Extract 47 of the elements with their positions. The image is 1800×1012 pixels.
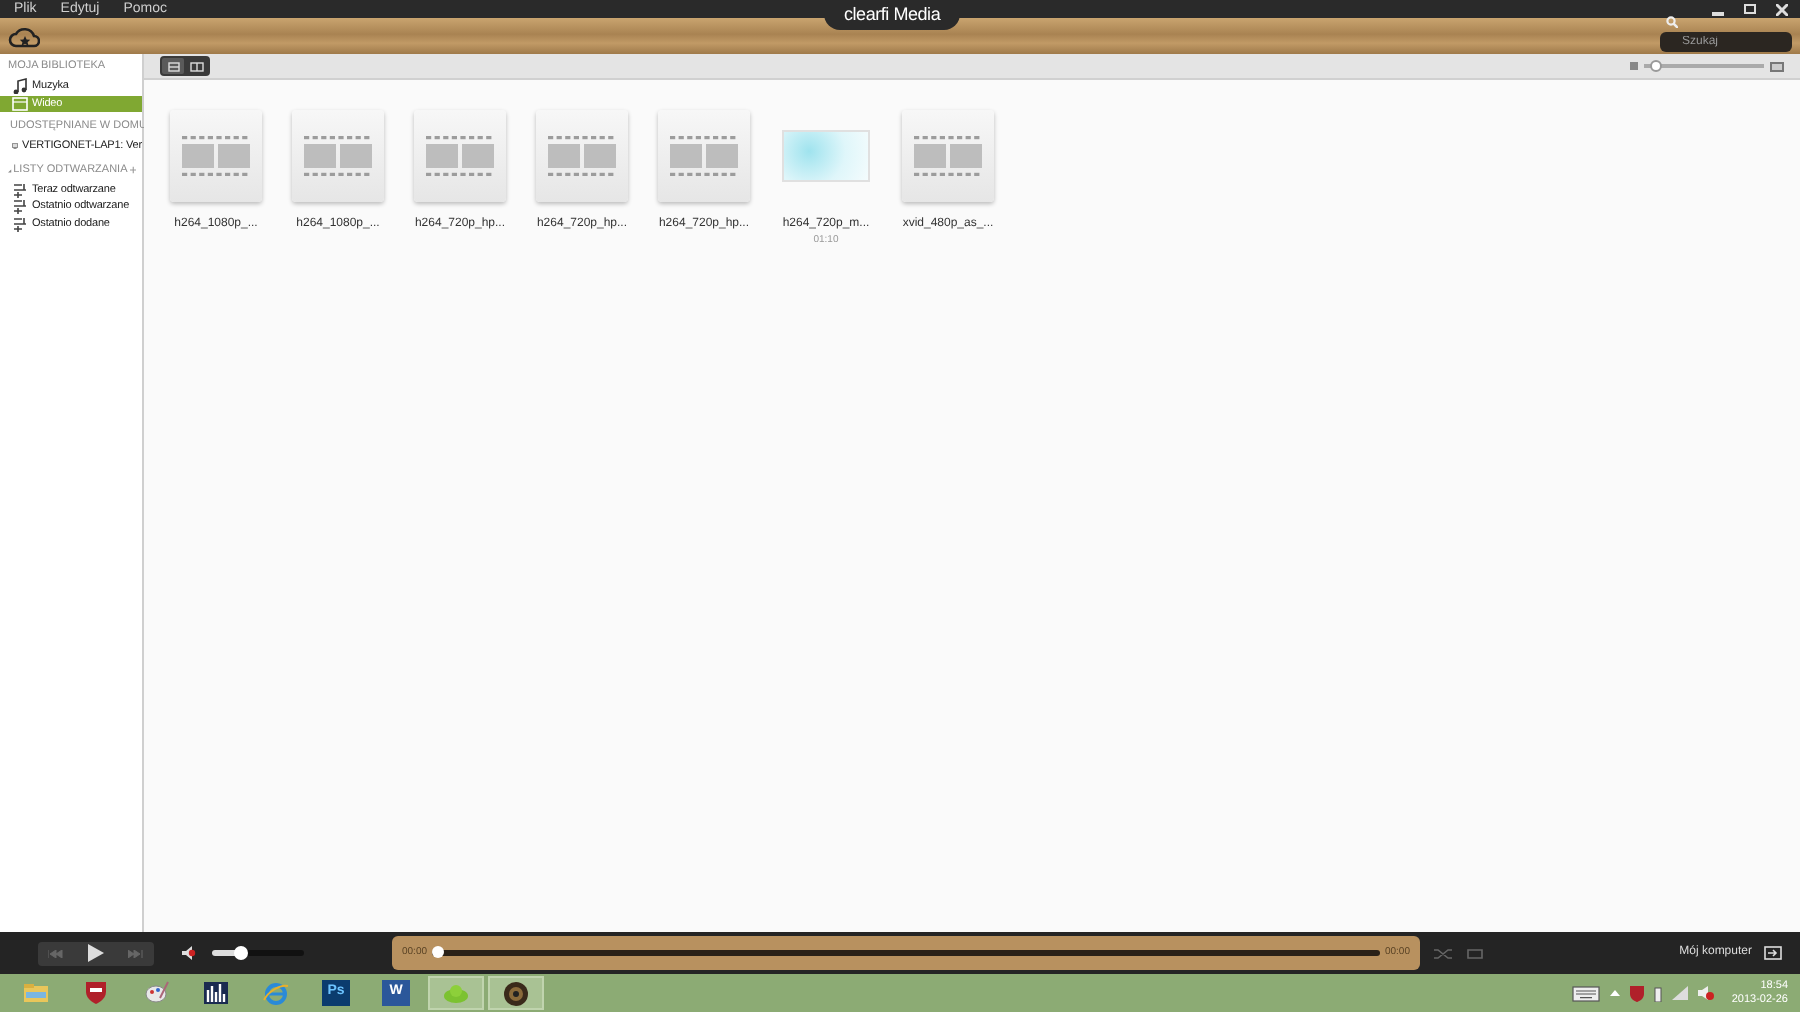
shield-icon	[82, 979, 110, 1007]
list-view-button[interactable]	[186, 58, 208, 74]
volume-thumb[interactable]	[233, 946, 248, 960]
slider-thumb[interactable]	[1650, 59, 1662, 71]
equalizer-icon	[202, 979, 230, 1007]
add-icon[interactable]	[129, 164, 136, 176]
film-strip-icon	[670, 136, 738, 176]
film-strip-icon	[182, 136, 250, 176]
film-strip-icon	[304, 136, 372, 176]
play-icon	[88, 944, 104, 962]
video-thumbnail[interactable]	[902, 110, 994, 202]
keyboard-icon[interactable]	[1571, 985, 1600, 1001]
large-size-icon[interactable]	[1770, 61, 1784, 71]
maximize-icon[interactable]	[1744, 3, 1756, 15]
cloud-icon[interactable]	[8, 25, 40, 47]
volume-slider[interactable]	[212, 950, 304, 956]
caret-icon[interactable]	[1609, 990, 1620, 996]
film-strip-icon	[914, 136, 982, 176]
app-title: clearfi Media	[824, 0, 961, 30]
taskbar-button[interactable]	[488, 976, 544, 1010]
seek-thumb[interactable]	[431, 946, 444, 958]
speaker-app-icon	[502, 979, 530, 1007]
speaker-icon[interactable]	[182, 946, 196, 960]
video-thumbnail[interactable]	[414, 110, 506, 202]
video-thumbnail[interactable]	[658, 110, 750, 202]
video-thumbnail[interactable]	[292, 110, 384, 202]
music-note-icon	[12, 78, 28, 95]
film-icon	[12, 95, 28, 112]
close-icon[interactable]	[1776, 3, 1788, 15]
film-strip-icon	[426, 136, 494, 176]
palette-icon	[142, 979, 170, 1007]
grid-view-button[interactable]	[162, 58, 184, 74]
folder-icon	[22, 979, 50, 1007]
shuffle-icon[interactable]	[1434, 947, 1452, 959]
output-device-icon[interactable]	[1764, 946, 1782, 960]
browser-e-icon	[262, 979, 290, 1007]
video-thumbnail[interactable]	[170, 110, 262, 202]
signal-icon[interactable]	[1671, 986, 1688, 1000]
search-icon	[1666, 16, 1678, 28]
previous-icon	[48, 949, 64, 957]
battery-icon[interactable]	[1653, 985, 1662, 1001]
shield-icon[interactable]	[1629, 985, 1644, 1001]
video-thumbnail[interactable]	[536, 110, 628, 202]
next-icon	[128, 949, 144, 957]
film-strip-icon	[548, 136, 616, 176]
volume-icon[interactable]	[1697, 986, 1714, 1000]
cloud-icon	[442, 979, 470, 1007]
